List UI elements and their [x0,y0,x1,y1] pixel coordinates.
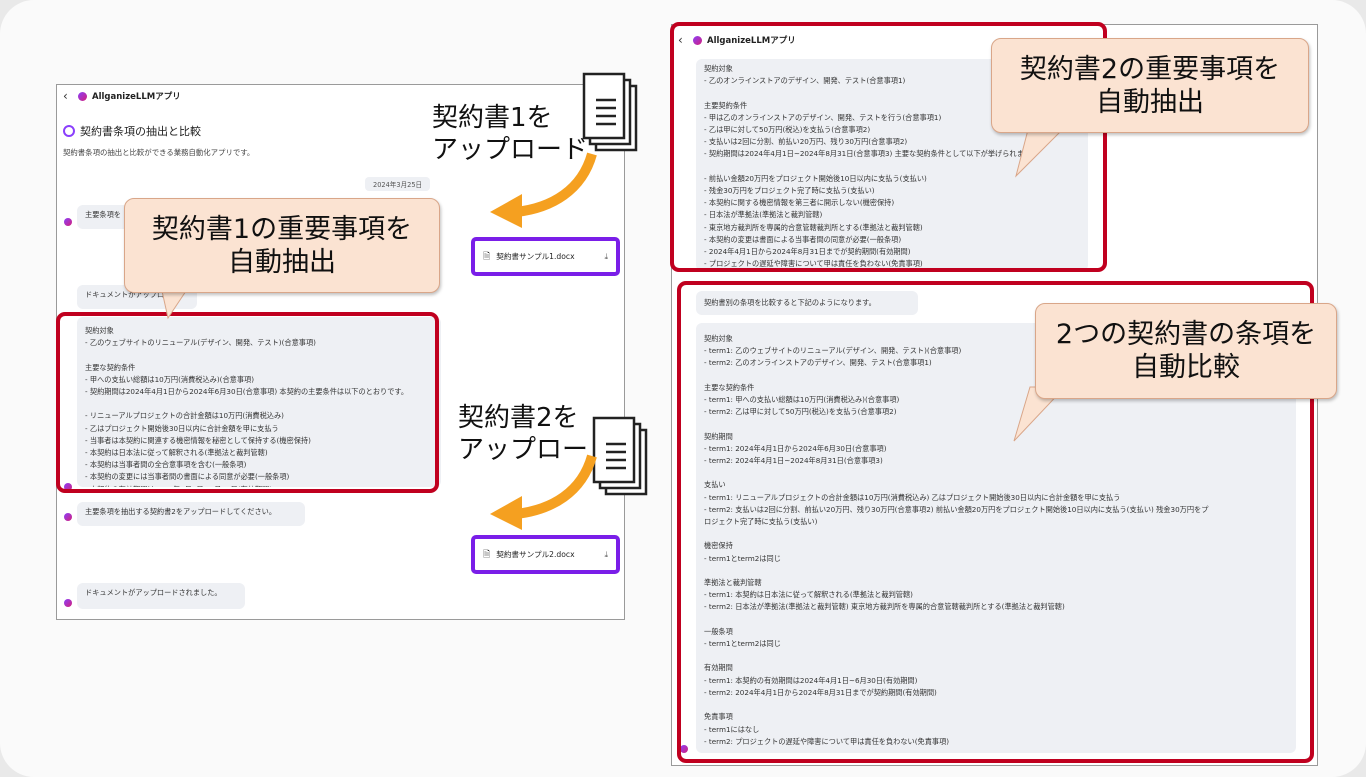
document-icon: 🗎 [483,251,491,262]
page-title: 契約書条項の抽出と比較 [80,125,201,138]
callout-text: 自動比較 [1132,352,1240,383]
assistant-avatar [64,483,72,491]
document-icon: 🗎 [483,549,491,560]
assistant-avatar [64,218,72,226]
callout-text: 契約書2の重要事項を [1019,53,1281,85]
assistant-message: ドキュメントがアップロードされました。 [77,583,245,609]
document-stack-icon [582,72,638,152]
callout-text: 自動抽出 [1096,86,1204,118]
callout-text: 自動抽出 [228,246,336,278]
app-name: AllganizeLLMアプリ [92,92,181,102]
assistant-message: 主要条項を抽出する契約書2をアップロードしてください。 [77,502,305,526]
file-attachment-2[interactable]: 🗎 契約書サンプル2.docx ⤓ [471,535,620,574]
callout-extract-2: 契約書2の重要事項を 自動抽出 [991,38,1309,133]
callout-text: 契約書1の重要事項を [151,213,413,245]
back-arrow-icon[interactable]: ‹ [63,89,73,103]
file-name: 契約書サンプル1.docx [496,252,575,261]
app-logo-icon [78,91,87,101]
callout-compare: 2つの契約書の条項を 自動比較 [1035,303,1337,399]
arrow-down-icon [490,454,597,530]
robot-face-icon [63,125,75,137]
assistant-avatar [680,745,688,753]
app-name: AllganizeLLMアプリ [707,36,796,46]
slide: ‹ AllganizeLLMアプリ 契約書条項の抽出と比較 契約書条項の抽出と比… [0,0,1366,777]
assistant-avatar [64,513,72,521]
date-chip: 2024年3月25日 [365,177,431,191]
callout-text: 2つの契約書の条項を [1055,319,1317,350]
file-name: 契約書サンプル2.docx [496,550,575,559]
extraction-result-1: 契約対象 - 乙のウェブサイトのリニューアル(デザイン、開発、テスト)(合意事項… [77,317,441,487]
app-logo-icon [693,35,702,45]
callout-extract-1: 契約書1の重要事項を 自動抽出 [124,198,440,293]
comparison-intro: 契約書別の条項を比較すると下記のようになります。 [696,291,918,315]
download-icon[interactable]: ⤓ [604,550,608,560]
back-arrow-icon[interactable]: ‹ [678,33,688,47]
assistant-avatar [64,599,72,607]
page-header: 契約書条項の抽出と比較 [63,123,201,139]
arrow-down-icon [490,152,597,228]
file-attachment-1[interactable]: 🗎 契約書サンプル1.docx ⤓ [471,237,620,276]
download-icon[interactable]: ⤓ [604,252,608,262]
page-description: 契約書条項の抽出と比較ができる業務自動化アプリです。 [63,148,255,157]
